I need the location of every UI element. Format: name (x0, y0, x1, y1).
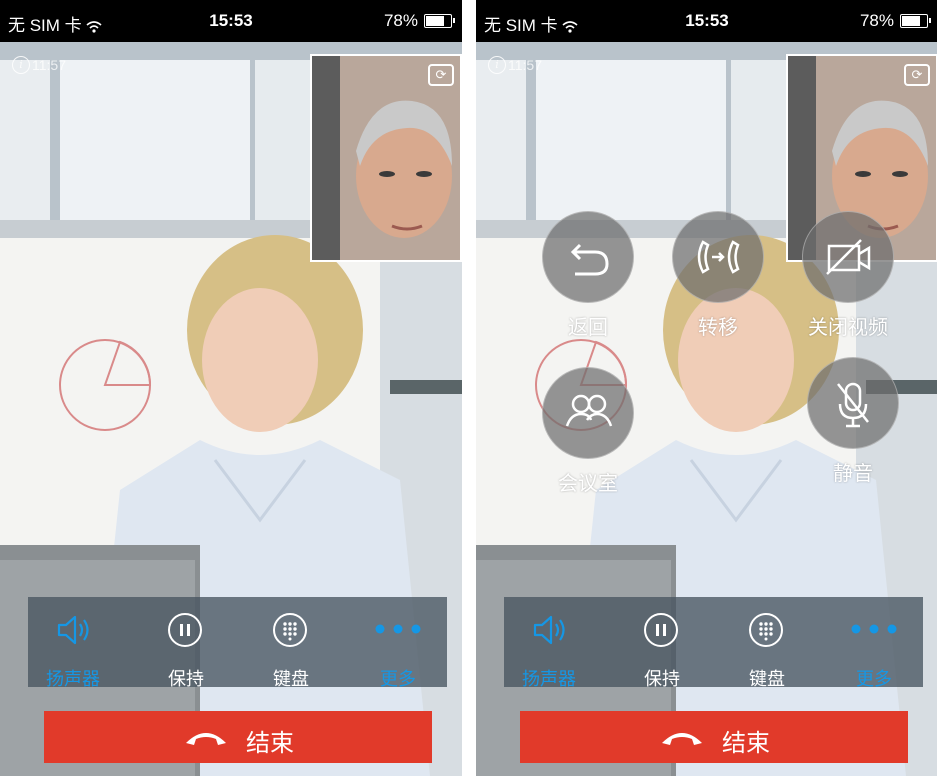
hold-label: 保持 (168, 669, 204, 689)
speaker-icon (533, 615, 565, 645)
self-video-image (312, 56, 460, 260)
transfer-label: 转移 (698, 317, 738, 339)
end-call-button[interactable]: 结束 (44, 711, 432, 763)
keypad-icon (273, 613, 307, 647)
end-call-button[interactable]: 结束 (520, 711, 908, 763)
transfer-icon (697, 240, 740, 274)
more-button[interactable]: 更多 (834, 605, 914, 689)
mute-button[interactable]: 静音 (807, 357, 899, 486)
pause-icon (168, 613, 202, 647)
switch-camera-icon[interactable]: ⟳ (904, 64, 930, 86)
more-dots-icon (375, 624, 421, 634)
keypad-label: 键盘 (273, 669, 309, 689)
call-control-bar: 扬声器 保持 键盘 更多 (28, 597, 447, 689)
keypad-button[interactable]: 键盘 (251, 605, 331, 689)
close-video-button[interactable]: 关闭视频 (802, 211, 894, 340)
call-duration-text: 11:57 (508, 57, 542, 73)
call-duration: i 11:57 (12, 56, 66, 74)
more-button[interactable]: 更多 (358, 605, 438, 689)
hang-up-icon (186, 733, 226, 745)
call-duration: i 11:57 (488, 56, 542, 74)
back-button[interactable]: 返回 (542, 211, 634, 340)
more-label: 更多 (856, 669, 892, 689)
video-off-icon (826, 239, 871, 275)
call-control-bar: 扬声器 保持 键盘 更多 (504, 597, 923, 689)
info-icon[interactable]: i (488, 56, 506, 74)
transfer-button[interactable]: 转移 (672, 211, 764, 340)
speaker-label: 扬声器 (46, 669, 100, 689)
video-call-screen-more-menu: 无 SIM 卡 15:53 78% i 11:57 ⟳ 返回 转移 关闭视频 会… (476, 0, 937, 776)
end-call-label: 结束 (722, 730, 770, 757)
call-duration-text: 11:57 (32, 57, 66, 73)
status-bar: 无 SIM 卡 15:53 78% (0, 0, 462, 42)
keypad-label: 键盘 (749, 669, 785, 689)
back-arrow-icon (570, 243, 609, 276)
hold-button[interactable]: 保持 (146, 605, 226, 689)
mute-mic-icon (837, 382, 869, 428)
more-label: 更多 (380, 669, 416, 689)
pause-icon (644, 613, 678, 647)
more-dots-icon (851, 624, 897, 634)
speaker-button[interactable]: 扬声器 (509, 605, 589, 689)
keypad-button[interactable]: 键盘 (727, 605, 807, 689)
close-video-label: 关闭视频 (808, 317, 888, 339)
back-label: 返回 (568, 317, 608, 339)
speaker-icon (57, 615, 89, 645)
speaker-label: 扬声器 (522, 669, 576, 689)
battery-icon (424, 14, 455, 28)
meeting-room-icon (565, 394, 613, 427)
video-call-screen: 无 SIM 卡 15:53 78% i 11:57 ⟳ 扬声器 保持 键盘 更多… (0, 0, 462, 776)
keypad-icon (749, 613, 783, 647)
self-video-preview[interactable]: ⟳ (310, 54, 462, 262)
hold-button[interactable]: 保持 (622, 605, 702, 689)
battery-icon (900, 14, 931, 28)
battery-percent: 78% (859, 11, 894, 30)
meeting-room-label: 会议室 (558, 473, 618, 495)
info-icon[interactable]: i (12, 56, 30, 74)
hang-up-icon (662, 733, 702, 745)
status-bar: 无 SIM 卡 15:53 78% (476, 0, 937, 42)
mute-label: 静音 (833, 463, 873, 485)
battery-percent: 78% (383, 11, 418, 30)
meeting-room-button[interactable]: 会议室 (542, 367, 634, 496)
end-call-label: 结束 (246, 730, 294, 757)
hold-label: 保持 (644, 669, 680, 689)
switch-camera-icon[interactable]: ⟳ (428, 64, 454, 86)
speaker-button[interactable]: 扬声器 (33, 605, 113, 689)
